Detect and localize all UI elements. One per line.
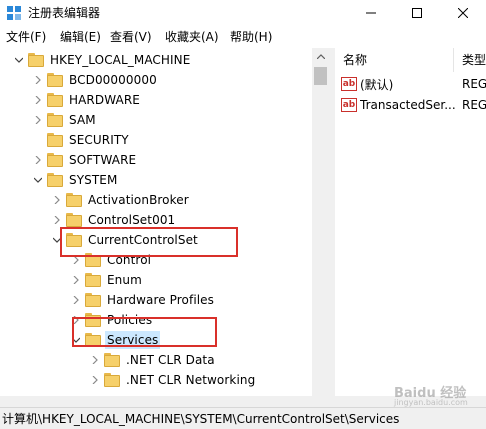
menu-help[interactable]: 帮助(H) — [230, 29, 272, 45]
value-name: TransactedSer... — [360, 98, 456, 112]
chevron-right-icon[interactable] — [32, 70, 44, 90]
tree-item[interactable]: ActivationBroker — [51, 190, 191, 210]
tree-item[interactable]: .NET CLR Networking — [89, 370, 257, 390]
folder-icon — [47, 73, 63, 87]
status-path: 计算机\HKEY_LOCAL_MACHINE\SYSTEM\CurrentCon… — [2, 412, 400, 426]
status-bar: 计算机\HKEY_LOCAL_MACHINE\SYSTEM\CurrentCon… — [0, 407, 486, 429]
string-value-icon: ab — [341, 98, 357, 112]
registry-value-list[interactable]: 名称 类型 ab (默认) REG ab TransactedSer... RE… — [335, 48, 486, 396]
chevron-down-icon[interactable] — [13, 50, 25, 70]
close-icon — [458, 8, 468, 18]
registry-editor-icon — [7, 6, 21, 20]
folder-icon — [47, 173, 63, 187]
folder-icon — [47, 153, 63, 167]
tree-item-label: ActivationBroker — [88, 193, 189, 207]
folder-icon — [47, 93, 63, 107]
tree-item-label: SOFTWARE — [69, 153, 137, 167]
value-row[interactable]: ab TransactedSer... REG — [335, 95, 486, 115]
string-value-icon: ab — [341, 77, 357, 91]
tree-item[interactable]: Hardware Profiles — [70, 290, 216, 310]
tree-item[interactable]: SOFTWARE — [32, 150, 138, 170]
minimize-button[interactable] — [348, 0, 394, 26]
menu-edit[interactable]: 编辑(E) — [60, 29, 101, 45]
chevron-right-icon[interactable] — [89, 370, 101, 390]
chevron-right-icon[interactable] — [70, 270, 82, 290]
chevron-up-icon — [316, 54, 325, 59]
menu-favorites[interactable]: 收藏夹(A) — [165, 29, 219, 45]
column-header-type[interactable]: 类型 — [454, 48, 486, 72]
folder-icon — [28, 53, 44, 67]
tree-item-label: SAM — [69, 113, 96, 127]
title-bar: 注册表编辑器 — [0, 0, 486, 26]
tree-item[interactable]: SECURITY — [32, 130, 131, 150]
column-header-name[interactable]: 名称 — [335, 48, 454, 72]
chevron-right-icon[interactable] — [32, 90, 44, 110]
folder-icon — [66, 213, 82, 227]
folder-icon — [104, 373, 120, 387]
tree-item[interactable]: BCD00000000 — [32, 70, 159, 90]
baidu-watermark: Baidu 经验 jingyan.baidu.com — [394, 382, 480, 410]
tree-item-label: SYSTEM — [69, 173, 118, 187]
no-expander — [32, 130, 44, 150]
maximize-button[interactable] — [394, 0, 440, 26]
chevron-right-icon[interactable] — [32, 110, 44, 130]
highlight-box-currentcontrolset — [60, 227, 238, 257]
value-name: (默认) — [360, 77, 394, 92]
folder-icon — [85, 273, 101, 287]
value-type: REG — [462, 98, 486, 112]
folder-icon — [85, 293, 101, 307]
tree-item-label: SECURITY — [69, 133, 129, 147]
value-type: REG — [462, 77, 486, 91]
close-button[interactable] — [440, 0, 486, 26]
window-title: 注册表编辑器 — [28, 6, 101, 20]
chevron-right-icon[interactable] — [32, 150, 44, 170]
scrollbar-thumb[interactable] — [314, 67, 327, 85]
chevron-right-icon[interactable] — [70, 290, 82, 310]
folder-icon — [66, 193, 82, 207]
tree-item-label: .NET CLR Data — [126, 353, 215, 367]
tree-item[interactable]: Enum — [70, 270, 144, 290]
tree-item-label: HKEY_LOCAL_MACHINE — [50, 53, 191, 67]
menu-view[interactable]: 查看(V) — [110, 29, 152, 45]
menu-bar: 文件(F) 编辑(E) 查看(V) 收藏夹(A) 帮助(H) — [0, 26, 486, 48]
tree-vertical-scrollbar[interactable] — [312, 48, 329, 396]
tree-item[interactable]: .NET CLR Data — [89, 350, 217, 370]
tree-item[interactable]: HKEY_LOCAL_MACHINE — [13, 50, 192, 70]
tree-item[interactable]: SAM — [32, 110, 98, 130]
maximize-icon — [412, 8, 422, 18]
folder-icon — [47, 133, 63, 147]
chevron-right-icon[interactable] — [89, 350, 101, 370]
minimize-icon — [366, 12, 376, 14]
folder-icon — [104, 353, 120, 367]
chevron-down-icon[interactable] — [32, 170, 44, 190]
highlight-box-services — [72, 317, 217, 347]
tree-item[interactable]: HARDWARE — [32, 90, 142, 110]
watermark-subtext: jingyan.baidu.com — [394, 398, 468, 407]
tree-item-label: Enum — [107, 273, 142, 287]
scroll-up-button[interactable] — [312, 48, 329, 65]
chevron-right-icon[interactable] — [51, 190, 63, 210]
tree-item-label: .NET CLR Networking — [126, 373, 256, 387]
tree-item[interactable]: SYSTEM — [32, 170, 119, 190]
folder-icon — [47, 113, 63, 127]
tree-item-label: HARDWARE — [69, 93, 140, 107]
tree-item-label: Hardware Profiles — [107, 293, 215, 307]
menu-file[interactable]: 文件(F) — [6, 29, 46, 45]
value-row[interactable]: ab (默认) REG — [335, 74, 486, 94]
tree-item-label: BCD00000000 — [69, 73, 157, 87]
